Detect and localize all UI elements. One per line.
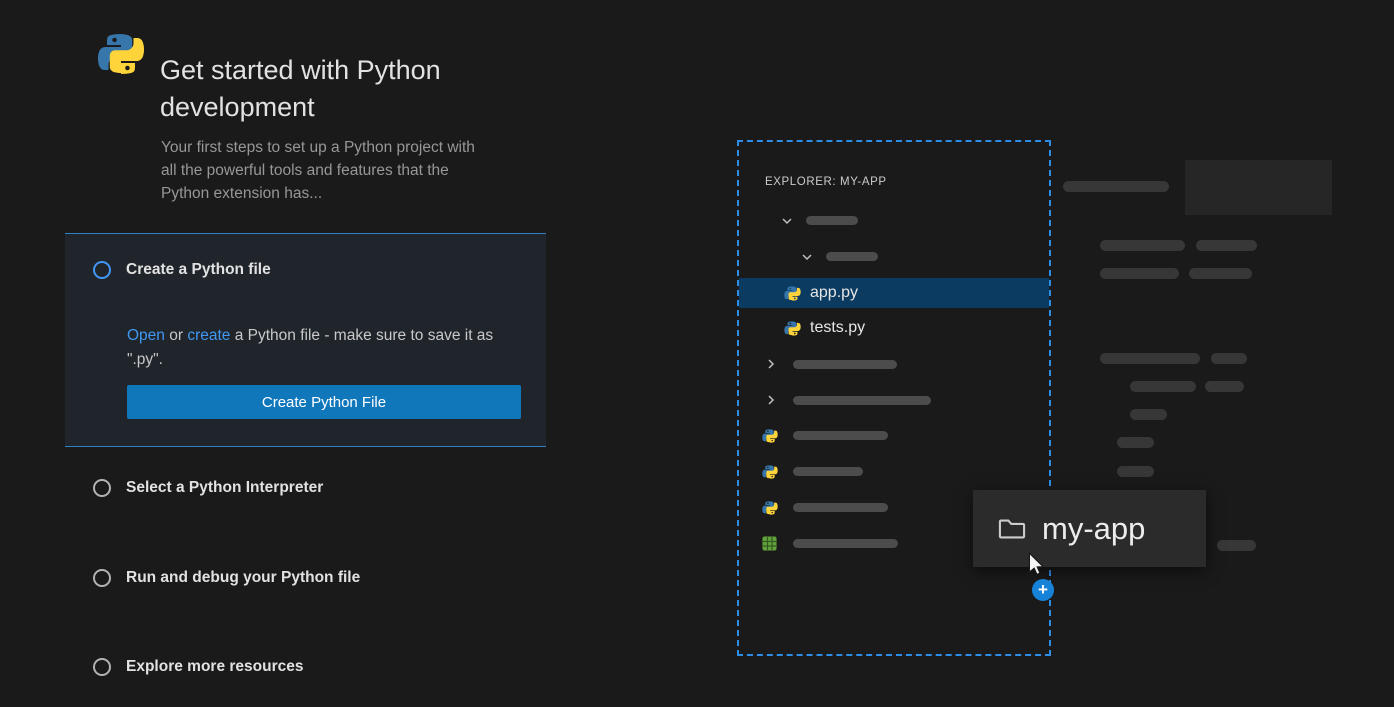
placeholder-bar [1189,268,1252,279]
python-walkthrough-page: Get started with Python development Your… [0,0,1394,707]
placeholder-bar [1211,353,1247,364]
step-radio-icon[interactable] [93,479,111,497]
placeholder-bar [1130,381,1196,392]
file-row: tests.py [739,313,1049,343]
placeholder-bar [793,503,888,512]
placeholder-bar [793,360,897,369]
step-label: Create a Python file [126,261,271,279]
add-file-badge: + [1032,579,1054,601]
placeholder-bar [793,396,931,405]
step-run-debug[interactable]: Run and debug your Python file [79,563,374,593]
step-create-python-file[interactable]: Create a Python file Open or create a Py… [65,233,546,447]
placeholder-bar [1063,181,1169,192]
file-name: app.py [810,284,858,302]
placeholder-block [1185,160,1332,215]
placeholder-bar [1117,466,1154,477]
placeholder-bar [1100,268,1179,279]
file-row-selected: app.py [739,278,1049,308]
placeholder-bar [1100,240,1185,251]
create-python-file-button[interactable]: Create Python File [127,385,521,419]
chevron-down-icon [799,249,815,265]
step-description: Open or create a Python file - make sure… [127,324,521,372]
python-file-icon [762,428,778,444]
placeholder-bar [1196,240,1257,251]
drag-tooltip-label: my-app [1042,511,1145,547]
placeholder-bar [1205,381,1244,392]
placeholder-bar [1100,353,1200,364]
folder-icon [998,515,1026,543]
placeholder-bar [793,467,863,476]
step-text: or [165,327,187,344]
open-link[interactable]: Open [127,327,165,344]
cursor-icon [1024,551,1050,577]
placeholder-bar [1117,437,1154,448]
placeholder-bar [826,252,878,261]
step-label: Explore more resources [126,658,303,676]
file-name: tests.py [810,319,865,337]
chevron-right-icon [763,392,779,408]
python-logo-icon [97,30,145,78]
python-file-icon [784,285,801,302]
step-label: Run and debug your Python file [126,569,360,587]
step-label: Select a Python Interpreter [126,479,323,497]
placeholder-bar [793,431,888,440]
page-description: Your first steps to set up a Python proj… [161,136,483,205]
placeholder-bar [793,539,898,548]
python-file-icon [762,500,778,516]
step-explore-resources[interactable]: Explore more resources [79,652,317,682]
step-select-interpreter[interactable]: Select a Python Interpreter [79,473,337,503]
chevron-down-icon [779,213,795,229]
python-file-icon [784,320,801,337]
create-link[interactable]: create [187,327,230,344]
placeholder-bar [1130,409,1167,420]
step-radio-icon[interactable] [93,569,111,587]
chevron-right-icon [763,356,779,372]
placeholder-bar [1217,540,1256,551]
step-header[interactable]: Create a Python file [93,261,271,279]
placeholder-bar [806,216,858,225]
step-radio-icon[interactable] [93,261,111,279]
drag-tooltip: my-app [973,490,1206,567]
table-file-icon [762,536,777,551]
explorer-header: EXPLORER: MY-APP [765,176,887,188]
page-title: Get started with Python development [160,52,520,126]
python-file-icon [762,464,778,480]
step-radio-icon[interactable] [93,658,111,676]
